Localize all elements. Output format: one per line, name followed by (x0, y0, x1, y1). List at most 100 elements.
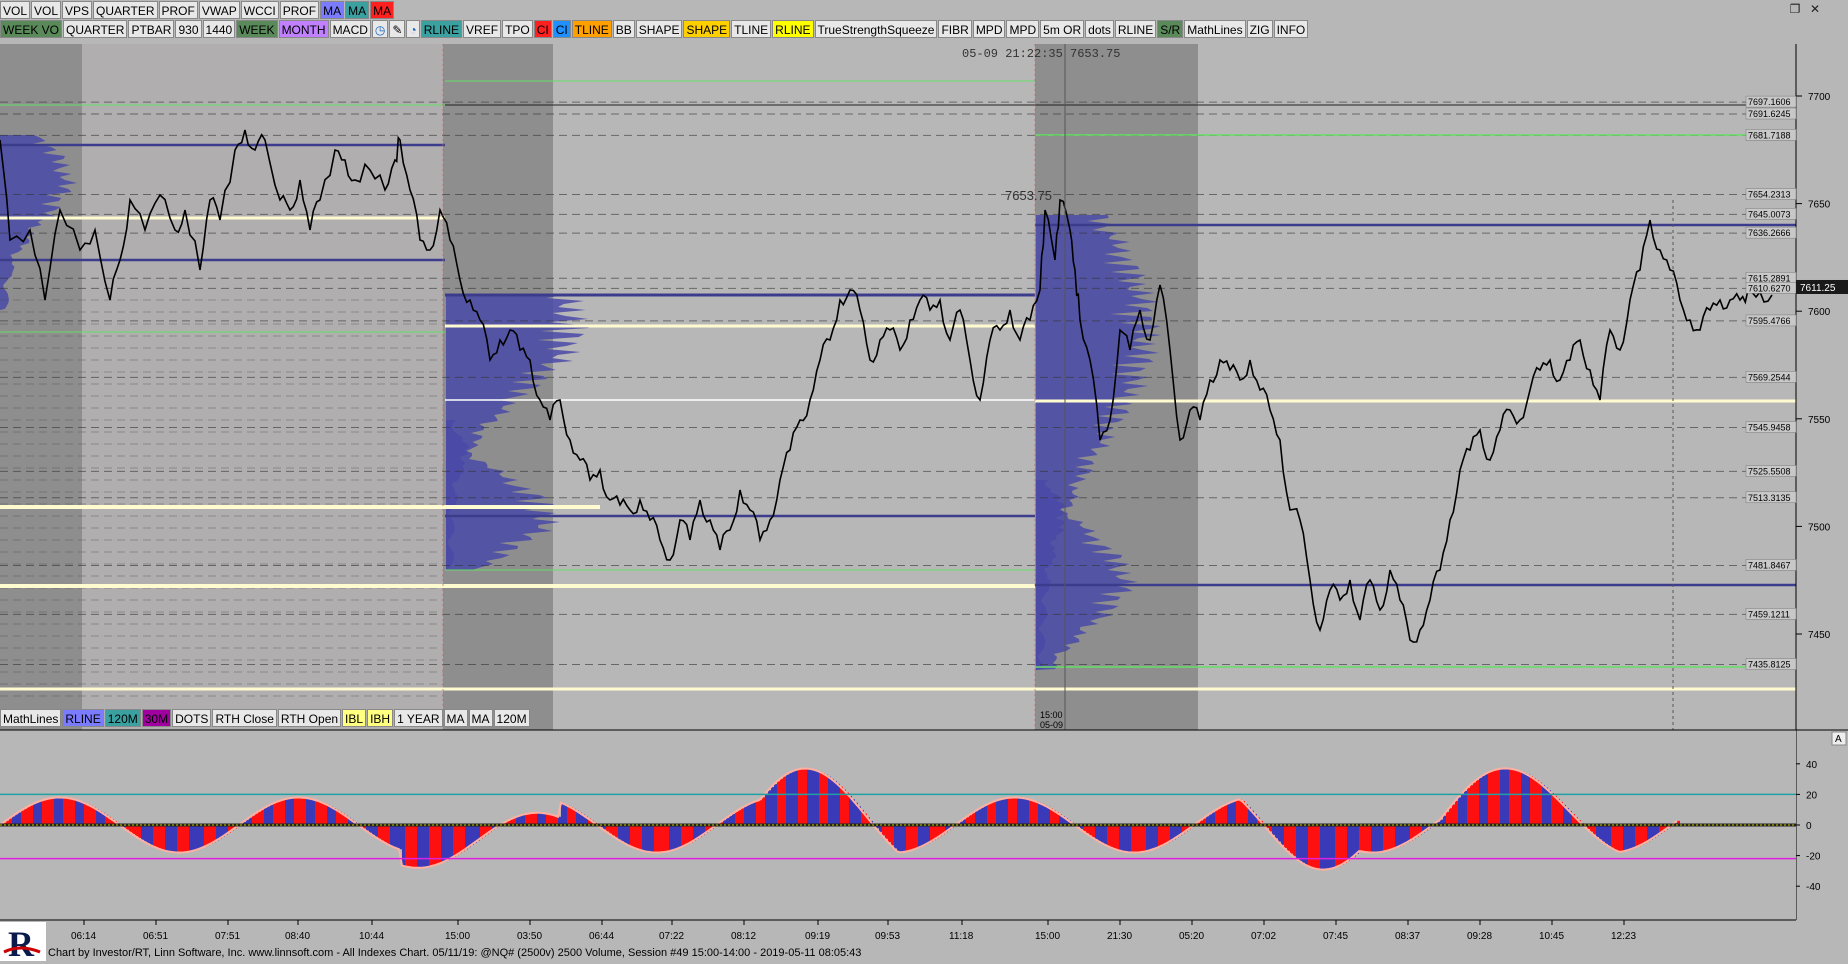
osc-axis-tick: 40 (1806, 760, 1818, 771)
lower-button-ma[interactable]: MA (444, 709, 468, 727)
lower-button-mathlines[interactable]: MathLines (0, 709, 61, 727)
oscillator-bar (384, 825, 387, 842)
indicator-button-1440[interactable]: 1440 (203, 20, 236, 38)
oscillator-bar (837, 784, 840, 825)
oscillator-bar (204, 825, 207, 847)
restore-icon[interactable]: ❐ (1786, 1, 1804, 17)
indicator-button-truestrengthsqueeze[interactable]: TrueStrengthSqueeze (815, 20, 938, 38)
oscillator-bar (804, 769, 807, 825)
indicator-button-5m-or[interactable]: 5m OR (1040, 20, 1084, 38)
oscillator-bar (417, 825, 420, 868)
close-icon[interactable]: ✕ (1806, 1, 1824, 17)
clock-icon[interactable]: ◷ (372, 20, 388, 38)
indicator-button-tline[interactable]: TLINE (731, 20, 771, 38)
indicator-button-month[interactable]: MONTH (279, 20, 329, 38)
lower-button-120m[interactable]: 120M (105, 709, 141, 727)
lower-button-rth-close[interactable]: RTH Close (212, 709, 276, 727)
lower-button-rth-open[interactable]: RTH Open (278, 709, 341, 727)
oscillator-bar (1359, 825, 1362, 851)
toolbar-button-ma[interactable]: MA (345, 1, 369, 19)
oscillator-bar (1104, 825, 1107, 844)
indicator-button-week-vo[interactable]: WEEK VO (0, 20, 62, 38)
oscillator-bar (402, 825, 405, 865)
timer-icon[interactable]: ◔ (406, 20, 419, 38)
oscillator-bar (1119, 825, 1122, 850)
oscillator-bar (678, 825, 681, 848)
oscillator-bar (375, 825, 378, 837)
lower-button-120m[interactable]: 120M (494, 709, 530, 727)
oscillator-bar (615, 825, 618, 838)
indicator-button-rline[interactable]: RLINE (421, 20, 462, 38)
oscillator-bar (987, 804, 990, 825)
indicator-button-dots[interactable]: dots (1085, 20, 1114, 38)
indicator-button-rline[interactable]: RLINE (772, 20, 813, 38)
price-axis-tick: 7550 (1808, 415, 1831, 426)
oscillator-bar (1389, 825, 1392, 850)
indicator-button-ci[interactable]: CI (553, 20, 571, 38)
oscillator-bar (1629, 825, 1632, 850)
indicator-button-zig[interactable]: ZIG (1247, 20, 1273, 38)
indicator-button-mathlines[interactable]: MathLines (1184, 20, 1245, 38)
toolbar-button-vol[interactable]: VOL (0, 1, 30, 19)
oscillator-bar (1506, 768, 1509, 825)
indicator-button-vref[interactable]: VREF (463, 20, 501, 38)
oscillator-bar (1041, 804, 1044, 825)
indicator-button-week[interactable]: WEEK (236, 20, 277, 38)
oscillator-bar (324, 803, 327, 825)
oscillator-bar (1542, 785, 1545, 825)
indicator-button-fibr[interactable]: FIBR (938, 20, 971, 38)
lower-button-ibl[interactable]: IBL (342, 709, 366, 727)
toolbar-button-ma[interactable]: MA (370, 1, 394, 19)
lower-button-rline[interactable]: RLINE (62, 709, 103, 727)
lower-button-30m[interactable]: 30M (142, 709, 171, 727)
indicator-button-ci[interactable]: CI (534, 20, 552, 38)
indicator-button-rline[interactable]: RLINE (1115, 20, 1156, 38)
toolbar-button-wcci[interactable]: WCCI (241, 1, 279, 19)
oscillator-bar (984, 806, 987, 825)
price-level-label: 7697.1606 (1748, 97, 1791, 107)
indicator-button-930[interactable]: 930 (175, 20, 201, 38)
lower-button-ibh[interactable]: IBH (367, 709, 393, 727)
oscillator-bar (633, 825, 636, 847)
oscillator-bar (621, 825, 624, 841)
oscillator-bar (1275, 825, 1278, 838)
oscillator-bar (774, 784, 777, 825)
oscillator-bar (1014, 797, 1017, 825)
oscillator-bar (141, 825, 144, 840)
indicator-button-quarter[interactable]: QUARTER (63, 20, 127, 38)
price-chart[interactable]: 05-09 21:22:35 7653.757653.7515:0005-097… (0, 44, 1848, 961)
indicator-button-bb[interactable]: BB (613, 20, 635, 38)
oscillator-bar (1539, 783, 1542, 825)
lower-button-ma[interactable]: MA (469, 709, 493, 727)
oscillator-bar (378, 825, 381, 839)
indicator-button-tline[interactable]: TLINE (572, 20, 612, 38)
toolbar-button-prof[interactable]: PROF (159, 1, 198, 19)
indicator-button-tpo[interactable]: TPO (502, 20, 533, 38)
indicator-button-s-r[interactable]: S/R (1157, 20, 1183, 38)
toolbar-button-vps[interactable]: VPS (62, 1, 92, 19)
session-date-label: 05-09 (1040, 720, 1063, 730)
price-axis-tick: 7700 (1808, 92, 1831, 103)
indicator-button-shape[interactable]: SHAPE (683, 20, 730, 38)
toolbar-button-vol[interactable]: VOL (31, 1, 61, 19)
oscillator-bar (819, 772, 822, 825)
toolbar-button-quarter[interactable]: QUARTER (93, 1, 157, 19)
indicator-button-info[interactable]: INFO (1274, 20, 1309, 38)
indicator-button-ptbar[interactable]: PTBAR (128, 20, 174, 38)
toolbar-button-ma[interactable]: MA (320, 1, 344, 19)
lower-button-1-year[interactable]: 1 YEAR (394, 709, 442, 727)
lower-button-dots[interactable]: DOTS (172, 709, 211, 727)
oscillator-bar (207, 825, 210, 845)
toolbar-button-prof[interactable]: PROF (280, 1, 319, 19)
toolbar-button-vwap[interactable]: VWAP (199, 1, 240, 19)
oscillator-bar (816, 770, 819, 825)
indicator-button-mpd[interactable]: MPD (973, 20, 1006, 38)
indicator-button-shape[interactable]: SHAPE (636, 20, 683, 38)
indicator-button-macd[interactable]: MACD (330, 20, 371, 38)
oscillator-bar (771, 787, 774, 825)
oscillator-bar (1383, 825, 1386, 852)
oscillator-bar (267, 806, 270, 825)
oscillator-bar (534, 813, 537, 825)
indicator-button-mpd[interactable]: MPD (1006, 20, 1039, 38)
pencil-icon[interactable]: ✎ (389, 20, 405, 38)
